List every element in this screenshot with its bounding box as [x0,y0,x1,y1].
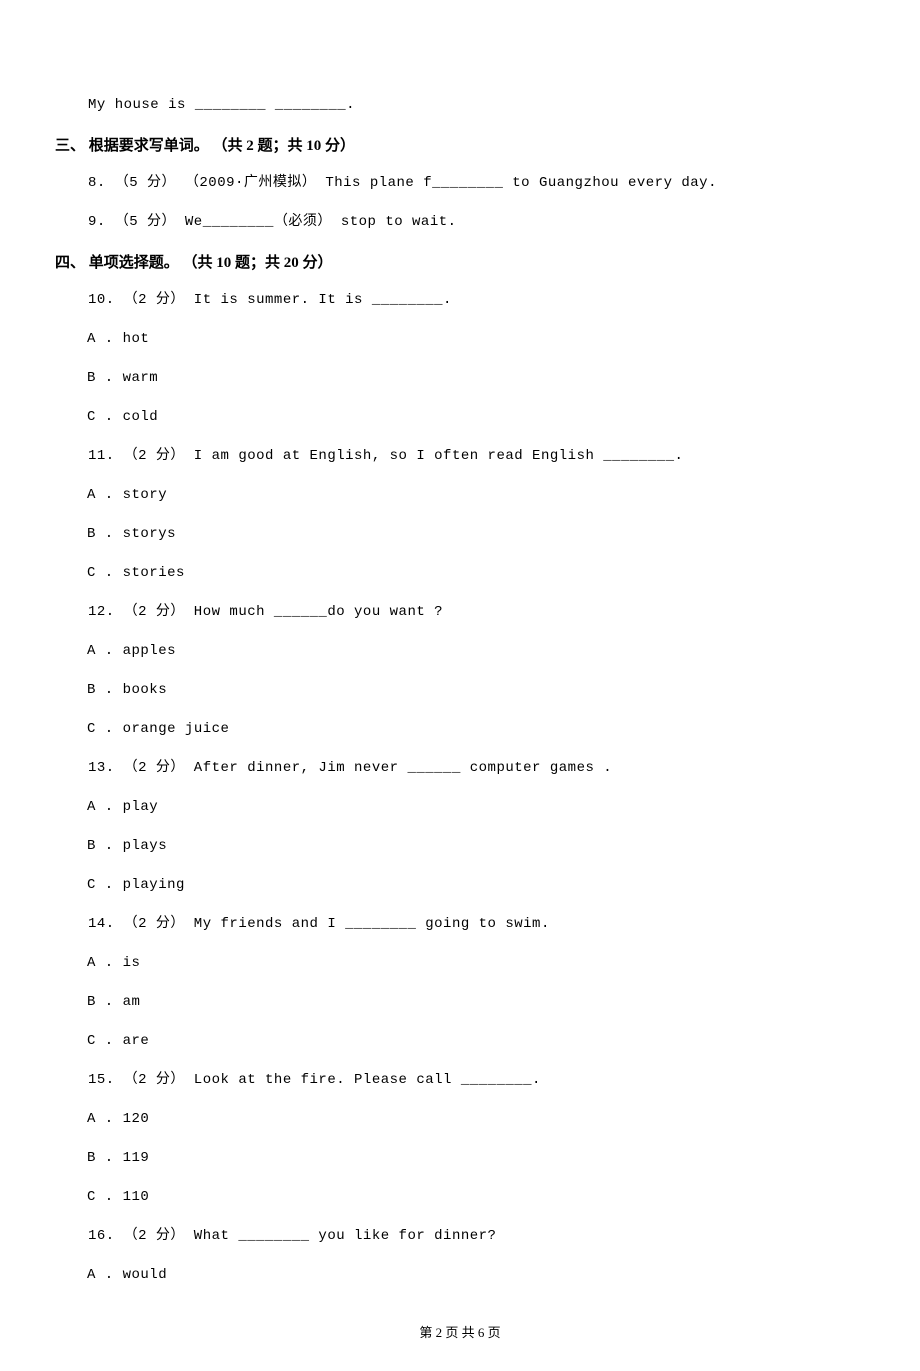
question-10-option-a: A . hot [55,329,865,350]
page-footer: 第 2 页 共 6 页 [55,1322,865,1341]
question-10: 10. （2 分） It is summer. It is ________. [55,290,865,311]
question-12-option-a: A . apples [55,641,865,662]
previous-question-fragment: My house is ________ ________. [55,95,865,116]
question-15-option-b: B . 119 [55,1148,865,1169]
question-16-option-a: A . would [55,1265,865,1286]
question-9: 9. （5 分） We________（必须） stop to wait. [55,212,865,233]
section-3-heading: 三、 根据要求写单词。 （共 2 题；共 10 分） [55,134,865,155]
section-4-heading: 四、 单项选择题。 （共 10 题；共 20 分） [55,251,865,272]
question-13-option-a: A . play [55,797,865,818]
question-15-option-a: A . 120 [55,1109,865,1130]
question-14: 14. （2 分） My friends and I ________ goin… [55,914,865,935]
question-12: 12. （2 分） How much ______do you want ? [55,602,865,623]
question-14-option-b: B . am [55,992,865,1013]
question-16: 16. （2 分） What ________ you like for din… [55,1226,865,1247]
question-11-option-a: A . story [55,485,865,506]
question-15: 15. （2 分） Look at the fire. Please call … [55,1070,865,1091]
question-11-option-b: B . storys [55,524,865,545]
question-13: 13. （2 分） After dinner, Jim never ______… [55,758,865,779]
question-11-option-c: C . stories [55,563,865,584]
question-11: 11. （2 分） I am good at English, so I oft… [55,446,865,467]
question-12-option-c: C . orange juice [55,719,865,740]
question-10-option-c: C . cold [55,407,865,428]
question-8: 8. （5 分） （2009·广州模拟） This plane f_______… [55,173,865,194]
question-13-option-b: B . plays [55,836,865,857]
question-14-option-a: A . is [55,953,865,974]
question-15-option-c: C . 110 [55,1187,865,1208]
question-12-option-b: B . books [55,680,865,701]
question-10-option-b: B . warm [55,368,865,389]
question-13-option-c: C . playing [55,875,865,896]
question-14-option-c: C . are [55,1031,865,1052]
